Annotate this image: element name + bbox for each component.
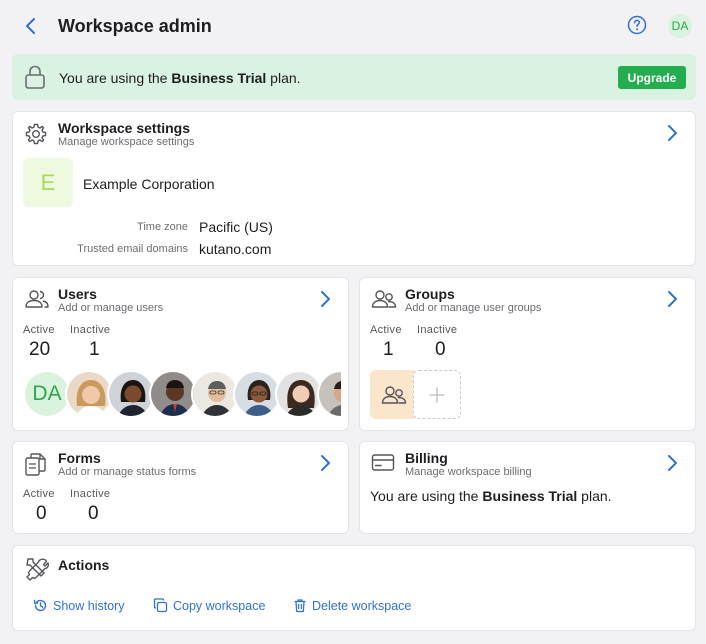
workspace-settings-subtitle: Manage workspace settings (58, 136, 195, 148)
avatar[interactable] (149, 370, 197, 418)
trusted-domains-label: Trusted email domains (77, 243, 188, 255)
actions-title: Actions (58, 557, 110, 573)
forms-active-count: 0 (36, 503, 47, 524)
groups-title: Groups (405, 286, 455, 302)
trial-plan-name: Business Trial (171, 70, 267, 86)
billing-message-prefix: You are using the (370, 488, 483, 504)
page-title: Workspace admin (58, 16, 212, 36)
forms-active-label: Active (23, 488, 55, 500)
chevron-right-icon (668, 291, 677, 307)
trusted-domains-value: kutano.com (199, 241, 272, 257)
person-photo-icon (319, 372, 341, 416)
users-inactive-label: Inactive (70, 324, 111, 336)
workspace-name: Example Corporation (83, 176, 215, 192)
users-card[interactable]: Users Add or manage users Active 20 Inac… (12, 277, 349, 431)
copy-workspace-label: Copy workspace (173, 598, 266, 613)
tools-icon (26, 558, 50, 581)
users-icon (25, 290, 49, 308)
show-history-label: Show history (53, 598, 125, 613)
avatar[interactable]: DA (23, 370, 71, 418)
avatar[interactable] (107, 370, 155, 418)
question-circle-icon (627, 15, 647, 35)
users-active-label: Active (23, 324, 55, 336)
delete-workspace-label: Delete workspace (312, 598, 412, 613)
upgrade-button[interactable]: Upgrade (618, 66, 686, 89)
gear-icon (25, 123, 47, 145)
groups-icon (371, 290, 397, 308)
users-active-count: 20 (29, 339, 51, 360)
users-title: Users (58, 286, 97, 302)
groups-subtitle: Add or manage user groups (405, 302, 542, 314)
avatar[interactable] (65, 370, 113, 418)
lock-icon (25, 65, 45, 89)
show-history-button[interactable]: Show history (33, 598, 125, 613)
forms-inactive-label: Inactive (70, 488, 111, 500)
avatar[interactable] (233, 370, 281, 418)
add-group-button[interactable] (413, 370, 461, 419)
history-icon (33, 599, 47, 612)
chevron-right-icon (321, 455, 330, 471)
workspace-settings-title: Workspace settings (58, 120, 191, 136)
trial-message-prefix: You are using the (59, 70, 172, 86)
billing-message: You are using the Business Trial plan. (370, 488, 612, 504)
group-icon (381, 385, 407, 404)
chevron-right-icon (668, 455, 677, 471)
groups-active-count: 1 (383, 339, 394, 360)
groups-card[interactable]: Groups Add or manage user groups Active … (359, 277, 696, 431)
help-button[interactable] (627, 15, 647, 35)
forms-inactive-count: 0 (88, 503, 99, 524)
workspace-logo: E (23, 158, 73, 207)
forms-card[interactable]: Forms Add or manage status forms Active … (12, 441, 349, 534)
users-subtitle: Add or manage users (58, 302, 164, 314)
plus-icon (429, 386, 445, 403)
billing-plan-name: Business Trial (482, 488, 578, 504)
groups-inactive-label: Inactive (417, 324, 458, 336)
trial-message: You are using the Business Trial plan. (59, 70, 301, 86)
groups-active-label: Active (370, 324, 402, 336)
trial-banner: You are using the Business Trial plan. U… (12, 54, 696, 100)
forms-subtitle: Add or manage status forms (58, 466, 197, 478)
back-button[interactable] (22, 16, 40, 36)
group-tile[interactable] (370, 370, 418, 419)
credit-card-icon (371, 454, 395, 471)
avatar[interactable] (317, 370, 341, 418)
groups-inactive-count: 0 (435, 339, 446, 360)
user-avatar[interactable]: DA (668, 14, 692, 38)
forms-icon (25, 453, 46, 476)
copy-workspace-button[interactable]: Copy workspace (153, 598, 265, 613)
page-header: Workspace admin DA (0, 0, 706, 52)
delete-workspace-button[interactable]: Delete workspace (293, 598, 411, 613)
forms-title: Forms (58, 450, 101, 466)
chevron-left-icon (26, 18, 35, 34)
actions-card: Actions Show history Copy workspace Dele… (12, 545, 696, 631)
users-inactive-count: 1 (89, 339, 100, 360)
trash-icon (294, 599, 306, 613)
avatar[interactable] (275, 370, 323, 418)
billing-subtitle: Manage workspace billing (405, 466, 532, 478)
avatar[interactable] (191, 370, 239, 418)
billing-message-suffix: plan. (577, 488, 612, 504)
user-avatar-list: DA (23, 370, 341, 420)
workspace-settings-card[interactable]: Workspace settings Manage workspace sett… (12, 111, 696, 266)
chevron-right-icon (668, 125, 677, 141)
copy-icon (153, 598, 168, 613)
billing-card[interactable]: Billing Manage workspace billing You are… (359, 441, 696, 534)
billing-title: Billing (405, 450, 448, 466)
timezone-label: Time zone (137, 221, 188, 233)
chevron-right-icon (321, 291, 330, 307)
timezone-value: Pacific (US) (199, 219, 273, 235)
trial-message-suffix: plan. (266, 70, 301, 86)
